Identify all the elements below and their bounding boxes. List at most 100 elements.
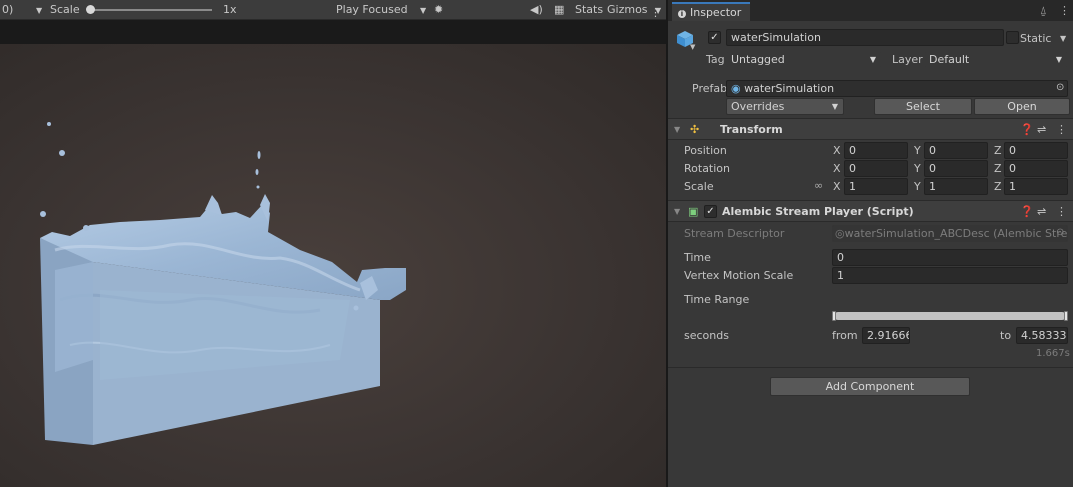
water-simulation-mesh [40,122,406,445]
prefab-icon: ◉ [731,82,741,95]
object-name-field[interactable]: waterSimulation [726,29,1004,46]
mute-audio-icon[interactable]: ◀) [530,3,543,17]
position-x-field[interactable]: 0 [844,142,908,159]
asset-icon: ◎ [835,227,845,240]
overrides-dropdown[interactable]: Overrides ▼ [726,98,844,115]
rotation-x-axis[interactable]: X [833,162,841,175]
scale-z-field[interactable]: 1 [1004,178,1068,195]
gizmos-button[interactable]: Gizmos [607,3,648,17]
time-range-slider[interactable] [834,312,1066,320]
scale-x-axis[interactable]: X [833,180,841,193]
from-label: from [832,329,858,342]
tab-inspector[interactable]: i Inspector [672,2,750,21]
inspector-panel: i Inspector ⍙ ⋮ ▼ ✓ waterSimulation Stati… [666,0,1073,487]
alembic-enabled-checkbox[interactable]: ✓ [704,205,717,218]
layer-dropdown-value: Default [929,53,970,66]
target-picker-icon[interactable]: ⊙ [1056,82,1064,93]
open-button[interactable]: Open [974,98,1070,115]
overrides-label: Overrides [731,100,785,113]
scale-y-field[interactable]: 1 [924,178,988,195]
tag-label: Tag [706,53,725,66]
alembic-header[interactable]: ▼ ▣ ✓ Alembic Stream Player (Script) ❓ ⇌… [668,200,1073,222]
chevron-down-icon: ▼ [1055,55,1062,64]
scale-z-axis[interactable]: Z [994,180,1002,193]
layer-label: Layer [892,53,923,66]
prefab-field-value: waterSimulation [744,82,835,95]
chevron-down-icon[interactable]: ▼ [674,207,680,216]
game-view-toolbar: 0) ▼ Scale 1x Play Focused ▼ ✹ ◀) ▦ Stat… [0,0,666,20]
chevron-down-icon[interactable]: ▼ [420,4,426,18]
transform-title: Transform [720,123,783,136]
tag-dropdown[interactable]: Untagged ▼ [726,51,882,68]
chevron-down-icon: ▼ [869,55,876,64]
kebab-menu-icon[interactable]: ⋮ [1059,4,1070,17]
time-range-label: Time Range [684,293,750,306]
transform-header[interactable]: ▼ ✣ Transform ❓ ⇌ ⋮ [668,118,1073,140]
rotation-x-field[interactable]: 0 [844,160,908,177]
position-x-axis[interactable]: X [833,144,841,157]
stats-button[interactable]: Stats [575,3,603,17]
add-component-button[interactable]: Add Component [770,377,970,396]
vertex-motion-scale-label: Vertex Motion Scale [684,269,794,282]
layer-dropdown[interactable]: Default ▼ [924,51,1068,68]
target-picker-icon: ⊙ [1056,227,1065,238]
chevron-down-icon[interactable]: ▼ [1060,34,1066,43]
keyboard-icon[interactable]: ▦ [554,3,564,17]
to-label: to [1000,329,1012,342]
time-range-max-handle[interactable] [1064,311,1068,321]
chevron-down-icon: ▼ [831,102,838,111]
rotation-y-axis[interactable]: Y [914,162,921,175]
scale-label: Scale [50,3,80,16]
transform-axes-icon: ✣ [690,123,700,136]
info-icon: i [678,10,686,18]
position-y-field[interactable]: 0 [924,142,988,159]
chevron-down-icon[interactable]: ▼ [36,4,42,18]
position-z-field[interactable]: 0 [1004,142,1068,159]
rotation-z-axis[interactable]: Z [994,162,1002,175]
time-range-min-handle[interactable] [832,311,836,321]
chevron-down-icon[interactable]: ▼ [674,125,680,134]
game-viewport[interactable] [0,44,666,487]
game-view-panel: 0) ▼ Scale 1x Play Focused ▼ ✹ ◀) ▦ Stat… [0,0,666,487]
time-label: Time [684,251,711,264]
static-checkbox[interactable] [1006,31,1019,44]
scale-value: 1x [223,3,237,16]
select-button[interactable]: Select [874,98,972,115]
chevron-down-icon[interactable]: ▼ [690,43,695,51]
presets-icon[interactable]: ⇌ [1037,205,1046,218]
stream-descriptor-label: Stream Descriptor [684,227,785,240]
inspector-tab-bar: i Inspector ⍙ ⋮ [668,0,1073,21]
play-mode-dropdown[interactable]: Play Focused [336,3,408,17]
vertex-motion-scale-field[interactable]: 1 [832,267,1068,284]
time-field[interactable]: 0 [832,249,1068,266]
position-z-axis[interactable]: Z [994,144,1002,157]
static-label: Static [1020,32,1052,45]
to-field[interactable]: 4.58333 [1016,327,1068,344]
presets-icon[interactable]: ⇌ [1037,123,1046,136]
prefab-field[interactable]: ◉ waterSimulation [726,80,1068,97]
bug-icon[interactable]: ✹ [434,3,443,17]
kebab-menu-icon[interactable]: ⋮ [1056,205,1067,218]
lock-icon[interactable]: ⍙ [1040,4,1047,18]
help-icon[interactable]: ❓ [1020,205,1034,218]
rotation-label: Rotation [684,162,731,175]
scale-label: Scale [684,180,714,193]
kebab-menu-icon[interactable]: ⋮ [1056,123,1067,136]
scale-slider-handle[interactable] [86,5,95,14]
from-field[interactable]: 2.91666 [862,327,910,344]
duration-value: 1.667s [1036,348,1070,359]
kebab-menu-icon[interactable]: ⋮ [650,6,661,19]
rotation-y-field[interactable]: 0 [924,160,988,177]
rotation-z-field[interactable]: 0 [1004,160,1068,177]
display-dropdown-text[interactable]: 0) [2,3,13,17]
alembic-title: Alembic Stream Player (Script) [722,205,914,218]
link-constrain-icon[interactable]: ∞ [814,179,823,192]
help-icon[interactable]: ❓ [1020,123,1034,136]
tag-dropdown-value: Untagged [731,53,785,66]
scale-x-field[interactable]: 1 [844,178,908,195]
scale-y-axis[interactable]: Y [914,180,921,193]
prefab-label: Prefab [692,82,728,95]
position-y-axis[interactable]: Y [914,144,921,157]
scale-slider-track[interactable] [90,9,212,11]
object-active-checkbox[interactable]: ✓ [708,31,721,44]
